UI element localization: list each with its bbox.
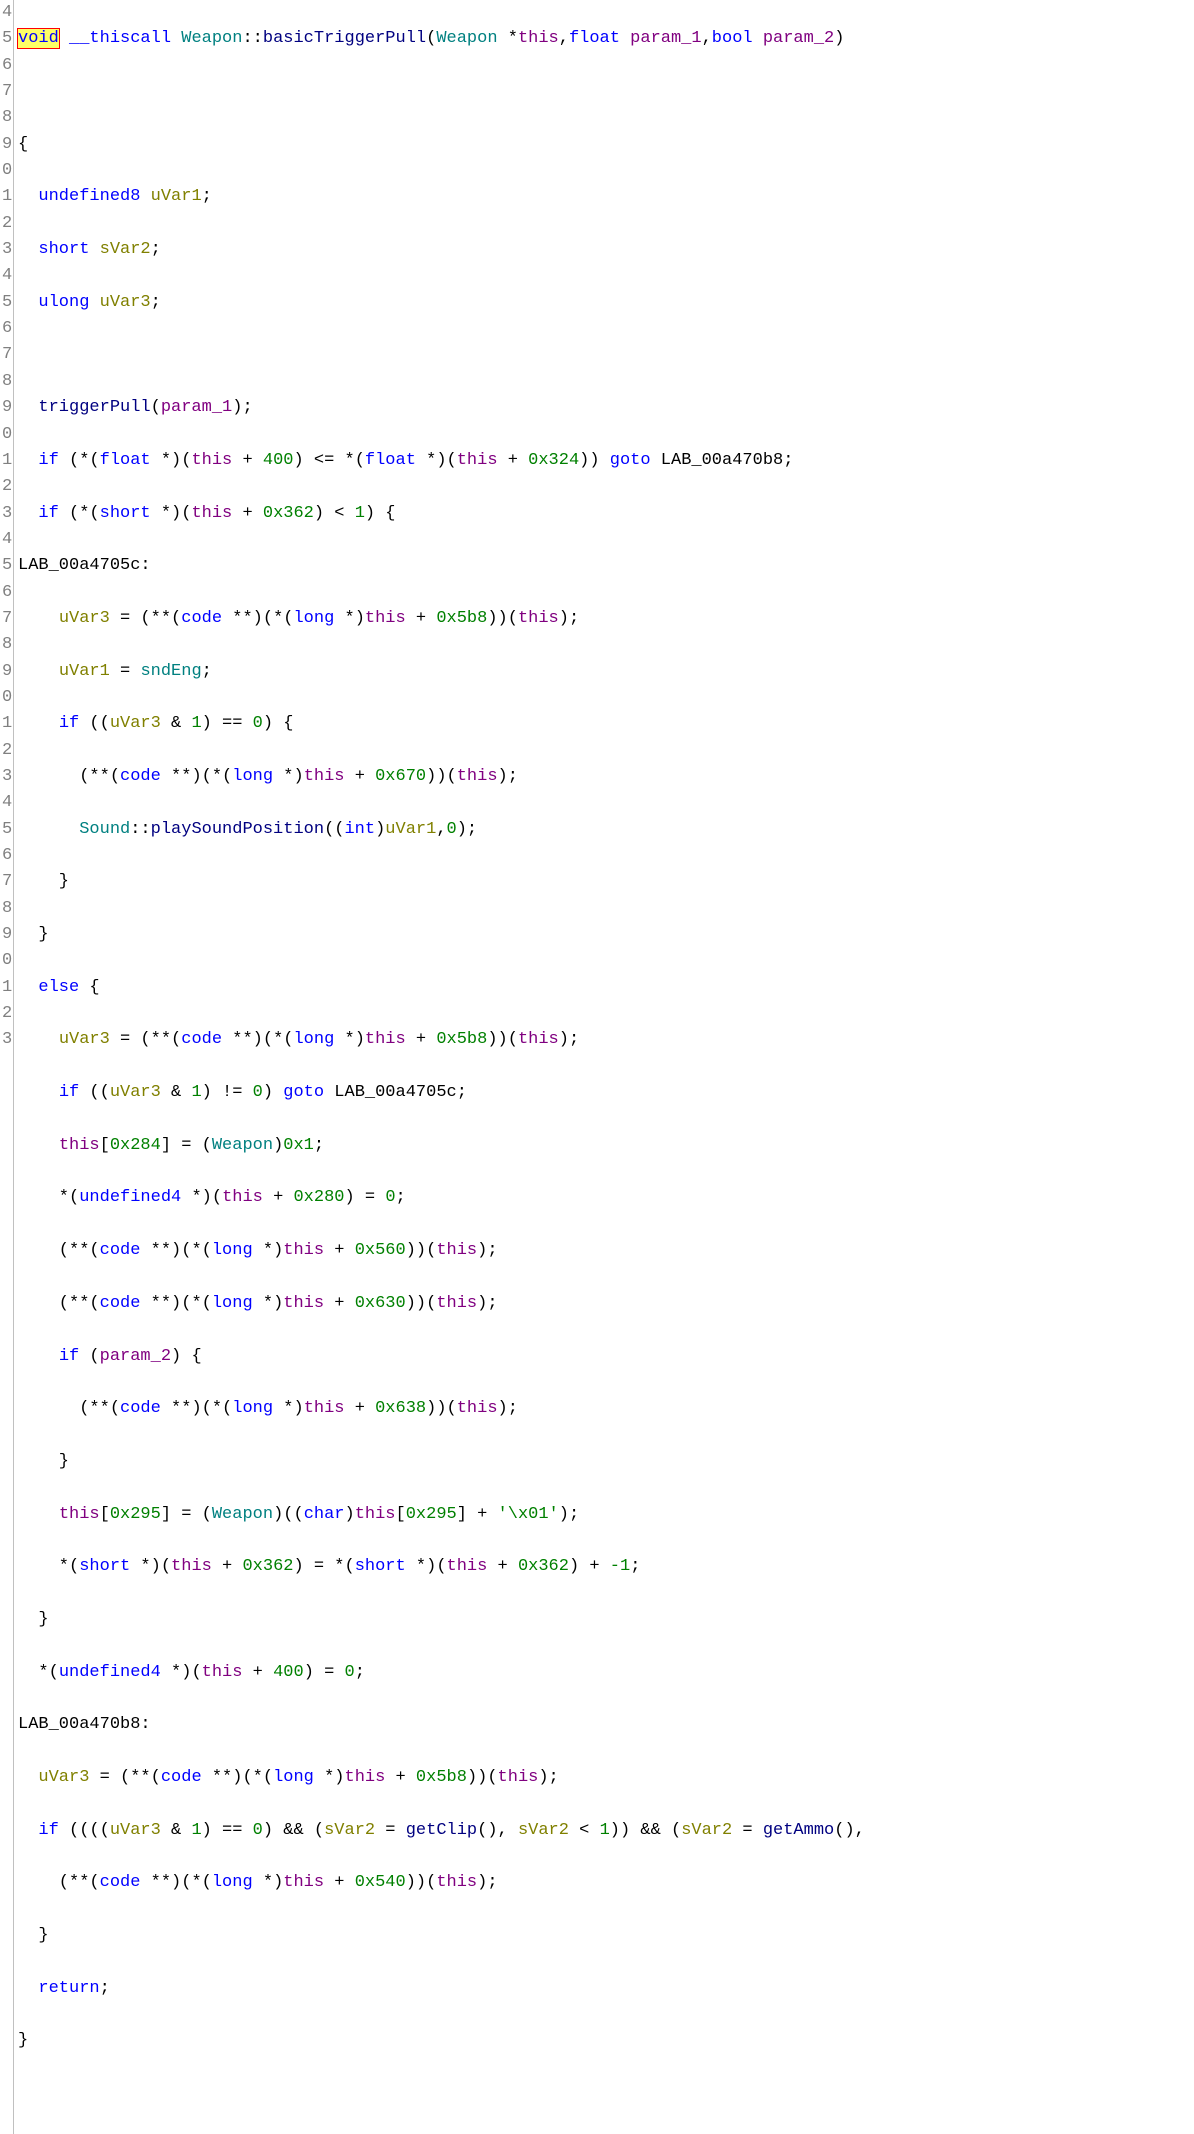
line-number: 2: [2, 474, 9, 500]
line-number: 8: [2, 105, 9, 131]
line-number: 3: [2, 501, 9, 527]
line-number: 3: [2, 237, 9, 263]
code-line[interactable]: (**(code **)(*(long *)this + 0x638))(thi…: [18, 1396, 1194, 1422]
code-line[interactable]: uVar3 = (**(code **)(*(long *)this + 0x5…: [18, 1027, 1194, 1053]
line-number: 7: [2, 342, 9, 368]
label-1: LAB_00a4705c: [18, 556, 140, 575]
code-line[interactable]: [18, 79, 1194, 105]
code-line[interactable]: return;: [18, 1976, 1194, 2002]
code-line[interactable]: }: [18, 1449, 1194, 1475]
code-line[interactable]: [18, 2081, 1194, 2107]
line-number: 0: [2, 685, 9, 711]
code-line[interactable]: }: [18, 2028, 1194, 2054]
code-line[interactable]: }: [18, 1923, 1194, 1949]
line-number: 9: [2, 922, 9, 948]
code-line[interactable]: undefined8 uVar1;: [18, 184, 1194, 210]
line-number: 7: [2, 606, 9, 632]
line-number: 9: [2, 659, 9, 685]
code-line[interactable]: uVar3 = (**(code **)(*(long *)this + 0x5…: [18, 1765, 1194, 1791]
code-line[interactable]: [18, 342, 1194, 368]
code-line[interactable]: triggerPull(param_1);: [18, 395, 1194, 421]
code-line[interactable]: {: [18, 132, 1194, 158]
code-line[interactable]: if (*(float *)(this + 400) <= *(float *)…: [18, 448, 1194, 474]
line-number: 8: [2, 896, 9, 922]
code-line[interactable]: *(short *)(this + 0x362) = *(short *)(th…: [18, 1554, 1194, 1580]
code-line[interactable]: ulong uVar3;: [18, 290, 1194, 316]
code-line[interactable]: if ((((uVar3 & 1) == 0) && (sVar2 = getC…: [18, 1818, 1194, 1844]
code-line[interactable]: void __thiscall Weapon::basicTriggerPull…: [18, 26, 1194, 52]
code-line[interactable]: (**(code **)(*(long *)this + 0x670))(thi…: [18, 764, 1194, 790]
line-number: 9: [2, 395, 9, 421]
code-line[interactable]: *(undefined4 *)(this + 400) = 0;: [18, 1660, 1194, 1686]
line-number: 1: [2, 184, 9, 210]
line-number: 8: [2, 632, 9, 658]
line-number: 0: [2, 948, 9, 974]
line-number: 8: [2, 369, 9, 395]
line-number: 1: [2, 975, 9, 1001]
line-number: 5: [2, 817, 9, 843]
line-number: 6: [2, 843, 9, 869]
code-line[interactable]: if (param_2) {: [18, 1344, 1194, 1370]
line-number: 2: [2, 738, 9, 764]
line-number: 5: [2, 553, 9, 579]
code-line[interactable]: LAB_00a470b8:: [18, 1712, 1194, 1738]
code-line[interactable]: if ((uVar3 & 1) != 0) goto LAB_00a4705c;: [18, 1080, 1194, 1106]
code-line[interactable]: short sVar2;: [18, 237, 1194, 263]
code-line[interactable]: uVar1 = sndEng;: [18, 659, 1194, 685]
code-line[interactable]: else {: [18, 975, 1194, 1001]
line-number: 4: [2, 0, 9, 26]
code-line[interactable]: }: [18, 922, 1194, 948]
line-number: 4: [2, 790, 9, 816]
line-number: 4: [2, 527, 9, 553]
line-number: 3: [2, 764, 9, 790]
code-line[interactable]: Sound::playSoundPosition((int)uVar1,0);: [18, 817, 1194, 843]
line-number: 6: [2, 580, 9, 606]
line-number: 3: [2, 1027, 9, 1053]
code-line[interactable]: }: [18, 1607, 1194, 1633]
code-line[interactable]: (**(code **)(*(long *)this + 0x540))(thi…: [18, 1870, 1194, 1896]
line-number: 5: [2, 26, 9, 52]
line-number: 5: [2, 290, 9, 316]
code-line[interactable]: if (*(short *)(this + 0x362) < 1) {: [18, 501, 1194, 527]
line-number: 6: [2, 316, 9, 342]
code-line[interactable]: }: [18, 869, 1194, 895]
line-number: 1: [2, 448, 9, 474]
cursor-highlight: void: [18, 29, 59, 48]
line-number: 4: [2, 263, 9, 289]
line-number: 2: [2, 211, 9, 237]
code-line[interactable]: if ((uVar3 & 1) == 0) {: [18, 711, 1194, 737]
code-line[interactable]: uVar3 = (**(code **)(*(long *)this + 0x5…: [18, 606, 1194, 632]
line-number: 0: [2, 158, 9, 184]
line-number: 2: [2, 1001, 9, 1027]
code-line[interactable]: LAB_00a4705c:: [18, 553, 1194, 579]
line-number: 1: [2, 711, 9, 737]
line-number: 7: [2, 869, 9, 895]
line-number-gutter: 4567890123456789012345678901234567890123: [0, 0, 14, 2134]
code-line[interactable]: this[0x284] = (Weapon)0x1;: [18, 1133, 1194, 1159]
line-number: 7: [2, 79, 9, 105]
code-line[interactable]: *(undefined4 *)(this + 0x280) = 0;: [18, 1185, 1194, 1211]
code-line[interactable]: (**(code **)(*(long *)this + 0x630))(thi…: [18, 1291, 1194, 1317]
code-line[interactable]: (**(code **)(*(long *)this + 0x560))(thi…: [18, 1238, 1194, 1264]
line-number: 6: [2, 53, 9, 79]
label-2: LAB_00a470b8: [18, 1715, 140, 1734]
decompiler-code-view[interactable]: void __thiscall Weapon::basicTriggerPull…: [14, 0, 1194, 2134]
code-line[interactable]: this[0x295] = (Weapon)((char)this[0x295]…: [18, 1502, 1194, 1528]
line-number: 9: [2, 132, 9, 158]
line-number: 0: [2, 422, 9, 448]
